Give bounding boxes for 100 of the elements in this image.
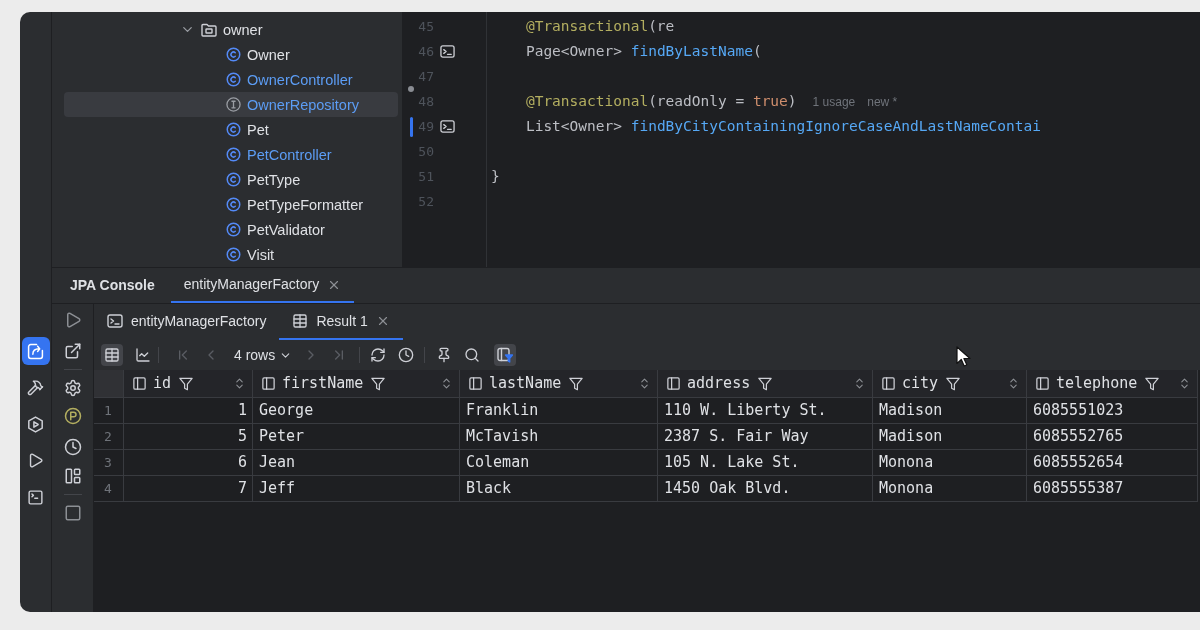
- filter-icon[interactable]: [758, 376, 773, 391]
- class-icon: [226, 47, 241, 62]
- line-number: 50: [417, 142, 434, 161]
- column-header[interactable]: city: [873, 370, 1027, 398]
- line-number: 46: [417, 42, 434, 61]
- mouse-cursor-icon: [956, 346, 971, 367]
- circled-p-icon[interactable]: [63, 407, 82, 425]
- tree-item[interactable]: OwnerRepository: [226, 95, 359, 114]
- tree-item[interactable]: PetType: [226, 170, 301, 189]
- table-cell: 105 N. Lake St.: [658, 450, 873, 476]
- sort-icon[interactable]: [1007, 377, 1020, 390]
- console-icon[interactable]: [439, 44, 455, 59]
- tree-item[interactable]: PetController: [226, 145, 332, 164]
- tool-window-button[interactable]: [21, 337, 50, 365]
- filter-icon[interactable]: [371, 376, 386, 391]
- clock-icon[interactable]: [63, 438, 82, 456]
- column-header[interactable]: telephone: [1027, 370, 1198, 398]
- column-header[interactable]: address: [658, 370, 873, 398]
- tab[interactable]: entityManagerFactory: [170, 268, 355, 303]
- tree-item[interactable]: Owner: [226, 45, 290, 64]
- sort-icon[interactable]: [233, 377, 246, 390]
- table-icon: [104, 347, 120, 363]
- class-icon: [226, 222, 241, 237]
- table-cell: 6085555387: [1027, 476, 1198, 502]
- table-cell: 7: [124, 476, 253, 502]
- sort-icon[interactable]: [853, 377, 866, 390]
- line-number: 52: [417, 192, 434, 211]
- layout-icon[interactable]: [63, 467, 82, 485]
- table-cell: Madison: [873, 398, 1027, 424]
- sort-icon[interactable]: [440, 377, 453, 390]
- code-line: }: [491, 166, 500, 186]
- square-icon[interactable]: [63, 504, 82, 522]
- table-cell: Franklin: [460, 398, 658, 424]
- code-hint[interactable]: new *: [867, 92, 898, 111]
- column-icon: [261, 376, 276, 391]
- table-cell: Jean: [253, 450, 460, 476]
- tree-item[interactable]: Visit: [226, 245, 275, 264]
- row-number: 2: [94, 424, 124, 450]
- export-icon[interactable]: [63, 342, 82, 360]
- table-icon: [292, 313, 309, 329]
- column-header[interactable]: lastName: [460, 370, 658, 398]
- column-icon: [132, 376, 147, 391]
- panel-title: JPA Console: [70, 276, 155, 295]
- clock-icon: [398, 347, 414, 363]
- table-cell: 110 W. Liberty St.: [658, 398, 873, 424]
- code-line: List<Owner> findByCityContainingIgnoreCaseAndLastNameContai: [524, 116, 1041, 136]
- line-number: 49: [417, 117, 434, 136]
- pin-icon: [436, 347, 452, 363]
- interface-icon: [226, 97, 241, 112]
- table-cell: Black: [460, 476, 658, 502]
- column-icon: [666, 376, 681, 391]
- filter-icon[interactable]: [179, 376, 194, 391]
- settings-icon[interactable]: [63, 379, 82, 397]
- table-cell: 6085552765: [1027, 424, 1198, 450]
- filter-icon[interactable]: [1145, 376, 1160, 391]
- table-cell: 5: [124, 424, 253, 450]
- search-icon: [464, 347, 480, 363]
- table-cell: 1450 Oak Blvd.: [658, 476, 873, 502]
- page-size-dropdown[interactable]: 4 rows: [234, 344, 292, 366]
- filter-icon[interactable]: [946, 376, 961, 391]
- column-header[interactable]: id: [124, 370, 253, 398]
- filter-icon[interactable]: [569, 376, 584, 391]
- line-number: 51: [417, 167, 434, 186]
- tree-item[interactable]: PetTypeFormatter: [226, 195, 364, 214]
- table-cell: 6085551023: [1027, 398, 1198, 424]
- class-icon: [226, 72, 241, 87]
- line-number: 47: [417, 67, 434, 86]
- class-icon: [226, 172, 241, 187]
- console-icon[interactable]: [439, 119, 455, 134]
- table-cell: 2387 S. Fair Way: [658, 424, 873, 450]
- tree-item[interactable]: owner: [180, 20, 263, 39]
- table-cell: Monona: [873, 450, 1027, 476]
- view-mode-button[interactable]: [101, 344, 123, 366]
- table-cell: 6085552654: [1027, 450, 1198, 476]
- row-number: 1: [94, 398, 124, 424]
- tab[interactable]: Result 1: [279, 304, 403, 340]
- table-cell: 6: [124, 450, 253, 476]
- tab[interactable]: entityManagerFactory: [94, 304, 280, 340]
- table-cell: Coleman: [460, 450, 658, 476]
- square-arrow-icon: [27, 342, 44, 360]
- chart-icon: [135, 347, 151, 363]
- tree-item[interactable]: Pet: [226, 120, 269, 139]
- code-hint[interactable]: 1 usage: [812, 92, 856, 111]
- class-icon: [226, 247, 241, 262]
- folder-icon: [201, 21, 217, 38]
- table-cell: George: [253, 398, 460, 424]
- tree-item[interactable]: OwnerController: [226, 70, 353, 89]
- toolbar-button[interactable]: [494, 344, 516, 366]
- line-number: 45: [417, 17, 434, 36]
- column-filter-icon: [497, 347, 513, 363]
- tree-item[interactable]: PetValidator: [226, 220, 325, 239]
- table-cell: Jeff: [253, 476, 460, 502]
- class-icon: [226, 122, 241, 137]
- column-header[interactable]: firstName: [253, 370, 460, 398]
- column-icon: [1035, 376, 1050, 391]
- line-number: 48: [417, 92, 434, 111]
- sort-icon[interactable]: [1178, 377, 1191, 390]
- header-corner: [94, 370, 124, 398]
- sort-icon[interactable]: [638, 377, 651, 390]
- class-icon: [226, 197, 241, 212]
